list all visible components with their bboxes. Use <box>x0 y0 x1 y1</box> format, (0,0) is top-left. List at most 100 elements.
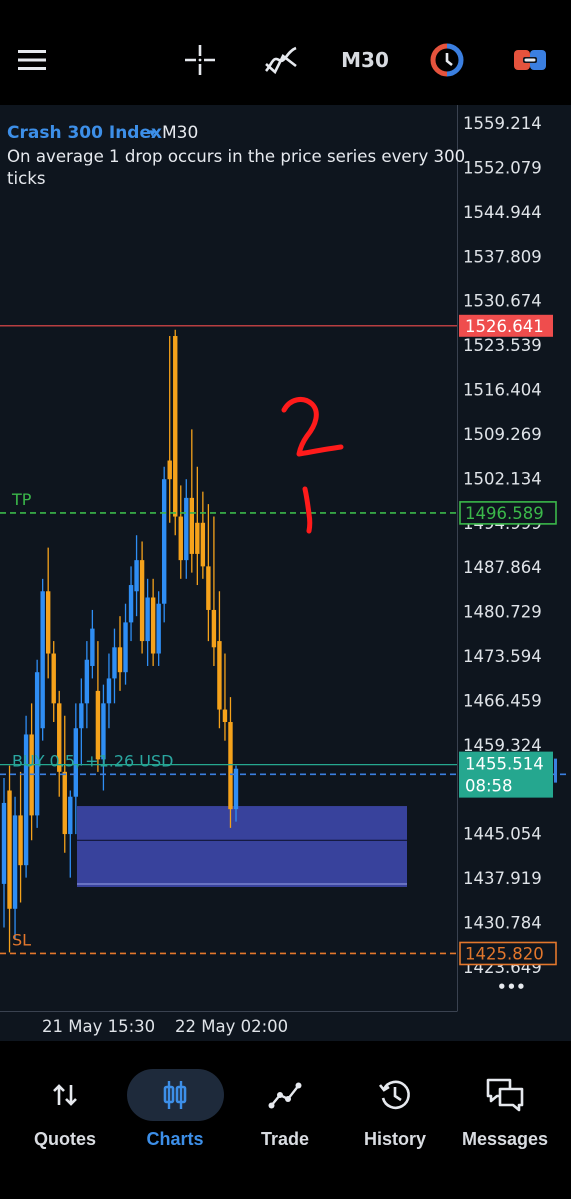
current-price-label: 1455.514 <box>465 755 544 774</box>
y-tick-label: 1530.674 <box>463 292 542 311</box>
nav-quotes[interactable]: Quotes <box>8 1041 122 1199</box>
candle <box>167 336 172 523</box>
y-tick-label: 1523.539 <box>463 336 542 355</box>
annotation-2 <box>281 396 344 457</box>
candle-body <box>12 815 18 909</box>
nav-trade[interactable]: Trade <box>228 1041 342 1199</box>
candle <box>145 578 150 666</box>
candle-body <box>34 672 40 816</box>
candle-body <box>150 597 156 654</box>
candle <box>195 466 200 586</box>
y-tick-label: 1480.729 <box>463 603 542 622</box>
candle <box>178 485 183 579</box>
candle-body <box>106 678 112 704</box>
candle-body <box>68 796 73 835</box>
app-root: M30 1559.214 1552.079 1544.944 1537.809 1530… <box>0 0 571 1199</box>
chart-area[interactable]: 1559.214 1552.079 1544.944 1537.809 1530.674… <box>0 105 571 1041</box>
candle-body <box>200 522 206 567</box>
candle <box>12 796 18 940</box>
nav-label: History <box>363 1129 426 1149</box>
candle <box>68 790 73 878</box>
candle-body <box>40 591 45 729</box>
candle <box>222 653 228 741</box>
crosshair-icon[interactable] <box>182 40 218 80</box>
bar-countdown: 08:58 <box>465 777 513 796</box>
chart-header: Crash 300 Index ▾ M30 On average 1 drop … <box>7 123 465 188</box>
candle-body <box>167 460 172 480</box>
candle-body <box>156 603 161 654</box>
candle <box>217 591 222 729</box>
history-clock-icon <box>338 1073 452 1117</box>
candle-body <box>189 497 195 554</box>
candle <box>211 516 217 666</box>
position-edge-marker <box>554 758 557 783</box>
hamburger-menu-icon[interactable] <box>14 40 50 80</box>
symbol-dropdown-icon[interactable]: ▾ <box>149 126 156 141</box>
clock-icon[interactable] <box>428 40 466 80</box>
candle <box>106 653 112 729</box>
candle <box>90 609 95 679</box>
toggle-icon[interactable] <box>510 40 550 80</box>
y-tick-label: 1509.269 <box>463 425 542 444</box>
candle-body <box>90 628 95 666</box>
price-chart[interactable]: 1559.214 1552.079 1544.944 1537.809 1530.674… <box>0 105 571 1041</box>
nav-messages[interactable]: Messages <box>448 1041 562 1199</box>
candle-body <box>1 802 7 884</box>
indicator-icon[interactable] <box>262 40 300 80</box>
candle <box>161 466 167 623</box>
y-tick-label: 1502.134 <box>463 469 542 488</box>
nav-label: Trade <box>260 1129 310 1149</box>
symbol-description: On average 1 drop occurs in the price se… <box>7 147 465 166</box>
order-zone <box>77 806 407 887</box>
sl-tag: SL <box>12 930 31 949</box>
candle-body <box>134 560 139 592</box>
candle <box>189 429 195 573</box>
candle-body <box>222 709 228 723</box>
candle-body <box>123 622 128 673</box>
candle <box>206 504 211 642</box>
y-tick-label: 1430.784 <box>463 914 542 933</box>
annotation-1 <box>302 486 313 534</box>
y-tick-label: 1552.079 <box>463 158 542 177</box>
x-tick-labels: 21 May 15:30 22 May 02:00 <box>42 1017 288 1036</box>
candlestick-icon <box>118 1073 232 1117</box>
header-timeframe: M30 <box>162 123 198 143</box>
candle <box>51 641 56 723</box>
zone-rect <box>77 806 407 887</box>
position-label: BUY 0.5, +1.26 USD <box>12 751 173 770</box>
candle-body <box>184 497 189 561</box>
candle-body <box>128 585 134 623</box>
chat-bubbles-icon <box>448 1073 562 1117</box>
nav-label: Charts <box>146 1129 204 1149</box>
candle-body <box>211 609 217 648</box>
y-tick-label: 1544.944 <box>463 203 542 222</box>
bottom-nav: Quotes Charts Trade History Messages <box>0 1041 571 1199</box>
candle <box>84 641 90 729</box>
candle <box>156 591 161 666</box>
more-options-icon[interactable]: ••• <box>497 978 526 996</box>
y-tick-label: 1445.054 <box>463 825 542 844</box>
nav-history[interactable]: History <box>338 1041 452 1199</box>
candle <box>134 535 139 617</box>
y-tick-label: 1537.809 <box>463 247 542 266</box>
nav-label: Quotes <box>33 1129 96 1149</box>
candle <box>23 715 29 878</box>
candle <box>29 703 34 841</box>
candle <box>45 547 51 679</box>
candle <box>18 771 23 903</box>
candle-body <box>95 690 101 760</box>
candle <box>7 765 12 953</box>
candle-body <box>62 771 67 835</box>
candle <box>184 479 189 579</box>
symbol-name[interactable]: Crash 300 Index <box>7 123 162 143</box>
candle <box>62 715 67 853</box>
x-tick-label: 21 May 15:30 <box>42 1017 155 1036</box>
candle <box>117 616 123 691</box>
sl-price-label: 1425.820 <box>465 944 544 963</box>
symbol-description-cont: ticks <box>7 169 46 188</box>
y-tick-label: 1516.404 <box>463 381 542 400</box>
nav-charts[interactable]: Charts <box>118 1041 232 1199</box>
candle <box>200 491 206 579</box>
timeframe-button[interactable]: M30 <box>338 40 392 80</box>
candle <box>173 329 178 536</box>
